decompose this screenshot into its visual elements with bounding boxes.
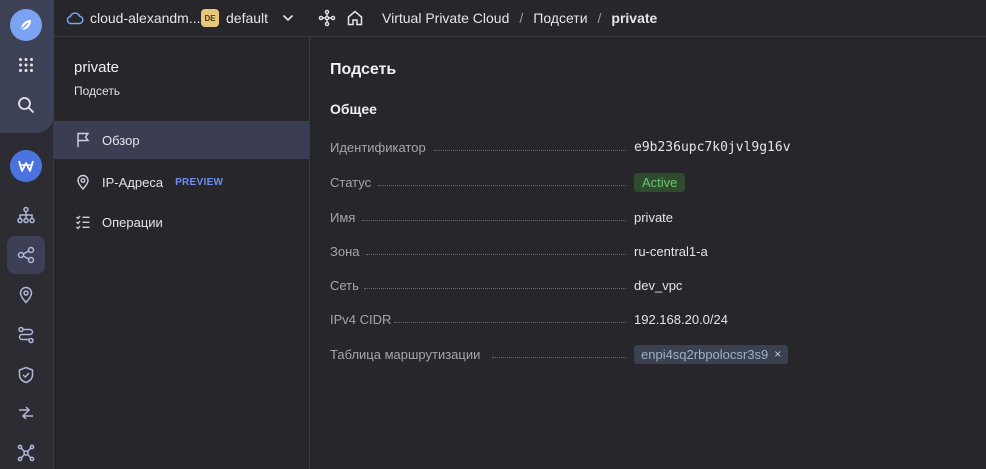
breadcrumb-separator: / [519,10,524,26]
network-tree-icon[interactable] [7,196,45,234]
dotted-leader [492,357,626,358]
cloud-selector[interactable]: cloud-alexandm... [66,0,201,36]
breadcrumb: Virtual Private Cloud / Подсети / privat… [382,0,657,36]
sidebar-item-label: Операции [102,214,163,230]
service-map-icon[interactable] [318,0,336,36]
sidebar-item-overview[interactable]: Обзор [54,121,309,159]
dotted-leader [378,185,626,186]
sidebar-item-label: Обзор [102,132,140,148]
status-badge: Active [634,172,686,192]
sidebar-title: private [74,59,120,76]
sidebar-item-label: IP-Адреса [102,174,164,190]
main-content: Подсеть Общее Идентификатор e9b236upc7k0… [310,37,986,469]
cloud-icon [66,11,84,25]
sidebar-item-operations[interactable]: Операции [54,203,309,241]
dotted-leader [364,288,626,289]
field-row-zone: Зона ru-central1-a [330,241,950,261]
field-value-name: private [634,209,674,225]
chevron-down-icon [282,14,294,22]
field-row-cidr: IPv4 CIDR 192.168.20.0/24 [330,309,950,329]
cloud-name: cloud-alexandm... [90,10,201,26]
folder-name: default [226,10,269,26]
page-title: Подсеть [330,61,397,78]
network-link[interactable]: dev_vpc [634,278,682,293]
folder-badge: DE [201,9,219,27]
field-value-id[interactable]: e9b236upc7k0jvl9g16v [634,140,791,155]
field-label: IPv4 CIDR [330,311,392,327]
apps-grid-icon[interactable] [7,46,45,84]
dotted-leader [366,254,626,255]
arrows-exchange-icon[interactable] [7,394,45,432]
field-label: Сеть [330,277,359,293]
field-row-name: Имя private [330,207,950,227]
breadcrumb-current: private [611,10,658,26]
dotted-leader [434,150,626,151]
breadcrumb-subnets[interactable]: Подсети [533,10,587,26]
breadcrumb-separator: / [597,10,602,26]
field-label: Имя [330,209,356,225]
checklist-icon [74,213,92,231]
field-label: Идентификатор [330,139,426,155]
dotted-leader [362,220,626,221]
nodes-icon[interactable] [7,434,45,469]
sidebar-subtitle: Подсеть [74,84,121,98]
preview-tag: PREVIEW [175,176,224,188]
location-pin-icon[interactable] [7,276,45,314]
route-icon[interactable] [7,316,45,354]
top-header: cloud-alexandm... DE default Virtual Pri… [54,0,986,37]
field-value-status: Active [634,172,686,192]
sidebar-item-ip-addresses[interactable]: IP-Адреса PREVIEW [54,163,309,201]
shield-icon[interactable] [7,356,45,394]
flag-icon [74,131,92,149]
field-label: Таблица маршрутизации [330,346,481,362]
breadcrumb-vpc[interactable]: Virtual Private Cloud [382,10,509,26]
location-pin-icon [74,173,92,191]
vpc-icon[interactable] [7,236,45,274]
left-rail [0,0,54,469]
field-value-cidr: 192.168.20.0/24 [634,311,728,327]
dotted-leader [394,322,626,323]
route-table-chip[interactable]: enpi4sq2rbpolocsr3s9 × [634,344,789,364]
field-value-zone: ru-central1-a [634,243,708,259]
field-label: Статус [330,174,372,190]
resource-sidebar: private Подсеть Обзор IP-Адреса PREVIEW … [54,37,310,469]
field-row-network: Сеть dev_vpc [330,275,950,295]
section-title: Общее [330,101,377,117]
field-row-status: Статус Active [330,172,950,192]
close-icon[interactable]: × [774,347,781,361]
home-icon[interactable] [346,0,364,36]
field-row-route-table: Таблица маршрутизации enpi4sq2rbpolocsr3… [330,344,950,364]
folder-selector[interactable]: DE default [201,0,294,36]
cloud-service-icon[interactable] [10,150,42,182]
logo-icon[interactable] [10,9,42,41]
field-value-route-table: enpi4sq2rbpolocsr3s9 × [634,344,789,364]
search-icon[interactable] [7,86,45,124]
field-label: Зона [330,243,360,259]
route-table-id: enpi4sq2rbpolocsr3s9 [641,346,769,362]
field-row-id: Идентификатор e9b236upc7k0jvl9g16v [330,137,950,157]
